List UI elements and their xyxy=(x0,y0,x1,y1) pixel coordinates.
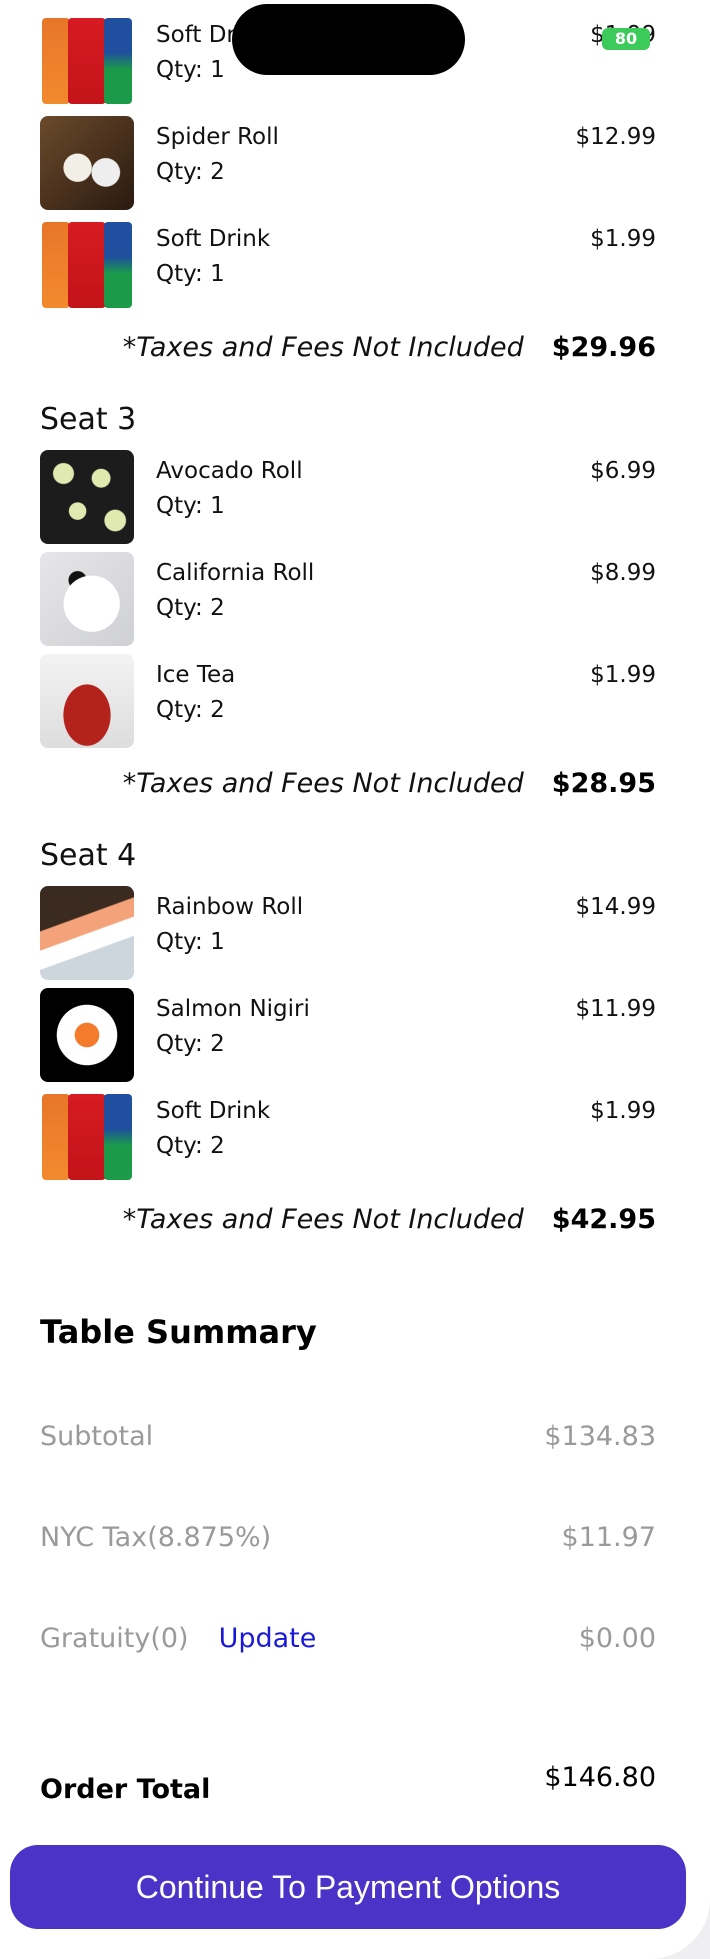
summary-rows: Subtotal $134.83 NYC Tax(8.875%) $11.97 … xyxy=(40,1386,656,1689)
continue-to-payment-button[interactable]: Continue To Payment Options xyxy=(10,1845,686,1929)
item-info: California Roll Qty: 2 xyxy=(156,552,590,646)
item-price: $1.99 xyxy=(590,226,656,252)
item-qty: Qty: 1 xyxy=(156,261,225,287)
seat-section: Seat 4 Rainbow Roll Qty: 1 $14.99 Salmon… xyxy=(40,836,656,1246)
order-item[interactable]: Soft Drink Qty: 1 $1.99 xyxy=(40,218,656,312)
order-item[interactable]: Soft Drink Qty: 2 $1.99 xyxy=(40,1090,656,1184)
item-info: Spider Roll Qty: 2 xyxy=(156,116,576,210)
seat-subtotal: $29.96 xyxy=(551,331,656,363)
item-name: Rainbow Roll xyxy=(156,894,304,920)
item-name: Salmon Nigiri xyxy=(156,996,310,1022)
item-info: Soft Drink Qty: 2 xyxy=(156,1090,590,1184)
seat-list: Soft Drink Qty: 1 $1.99 Spider Roll Qty:… xyxy=(40,14,656,1246)
item-info: Salmon Nigiri Qty: 2 xyxy=(156,988,576,1082)
item-image xyxy=(40,886,134,980)
item-qty: Qty: 2 xyxy=(156,697,225,723)
taxes-note: *Taxes and Fees Not Included xyxy=(122,767,524,799)
order-item[interactable]: Rainbow Roll Qty: 1 $14.99 xyxy=(40,886,656,980)
gratuity-label: Gratuity(0) xyxy=(40,1623,189,1654)
battery-icon: 80 xyxy=(602,28,650,50)
item-image xyxy=(40,450,134,544)
item-price: $11.99 xyxy=(575,996,656,1022)
item-image xyxy=(40,218,134,312)
item-image xyxy=(40,552,134,646)
seat-subtotal-row: *Taxes and Fees Not Included $42.95 xyxy=(40,1192,656,1246)
item-info: Rainbow Roll Qty: 1 xyxy=(156,886,576,980)
summary-gratuity-row: Gratuity(0) Update $0.00 xyxy=(40,1588,656,1689)
item-qty: Qty: 2 xyxy=(156,159,225,185)
item-info: Soft Drink Qty: 1 xyxy=(156,218,590,312)
item-image xyxy=(40,116,134,210)
item-qty: Qty: 1 xyxy=(156,493,225,519)
seat-subtotal-row: *Taxes and Fees Not Included $28.95 xyxy=(40,756,656,810)
item-qty: Qty: 1 xyxy=(156,929,225,955)
order-item[interactable]: Spider Roll Qty: 2 $12.99 xyxy=(40,116,656,210)
item-name: Spider Roll xyxy=(156,124,279,150)
item-name: California Roll xyxy=(156,560,315,586)
seat-subtotal: $28.95 xyxy=(551,767,656,799)
order-item[interactable]: California Roll Qty: 2 $8.99 xyxy=(40,552,656,646)
item-price: $12.99 xyxy=(575,124,656,150)
subtotal-value: $134.83 xyxy=(544,1421,656,1452)
order-card: Soft Drink Qty: 1 $1.99 Spider Roll Qty:… xyxy=(0,0,710,1959)
order-item[interactable]: Avocado Roll Qty: 1 $6.99 xyxy=(40,450,656,544)
tax-label: NYC Tax(8.875%) xyxy=(40,1522,272,1553)
item-name: Ice Tea xyxy=(156,662,236,688)
update-gratuity-link[interactable]: Update xyxy=(219,1623,317,1654)
item-info: Ice Tea Qty: 2 xyxy=(156,654,590,748)
item-price: $6.99 xyxy=(590,458,656,484)
item-qty: Qty: 2 xyxy=(156,1133,225,1159)
item-price: $1.99 xyxy=(590,1098,656,1124)
seat-section: Seat 3 Avocado Roll Qty: 1 $6.99 Califor… xyxy=(40,400,656,810)
item-info: Avocado Roll Qty: 1 xyxy=(156,450,590,544)
order-item[interactable]: Salmon Nigiri Qty: 2 $11.99 xyxy=(40,988,656,1082)
item-name: Soft Drink xyxy=(156,226,271,252)
order-total-label: Order Total xyxy=(40,1773,211,1805)
order-content: Soft Drink Qty: 1 $1.99 Spider Roll Qty:… xyxy=(40,14,656,1829)
summary-subtotal-row: Subtotal $134.83 xyxy=(40,1386,656,1487)
item-price: $8.99 xyxy=(590,560,656,586)
order-total-row: Order Total $146.80 xyxy=(40,1729,656,1829)
item-price: $1.99 xyxy=(590,662,656,688)
item-price: $14.99 xyxy=(575,894,656,920)
seat-heading: Seat 4 xyxy=(40,838,137,873)
camera-notch xyxy=(232,4,465,75)
taxes-note: *Taxes and Fees Not Included xyxy=(122,1203,524,1235)
seat-heading: Seat 3 xyxy=(40,402,137,437)
item-name: Avocado Roll xyxy=(156,458,303,484)
seat-subtotal-row: *Taxes and Fees Not Included $29.96 xyxy=(40,320,656,374)
item-image xyxy=(40,1090,134,1184)
taxes-note: *Taxes and Fees Not Included xyxy=(122,331,524,363)
item-image xyxy=(40,654,134,748)
seat-subtotal: $42.95 xyxy=(551,1203,656,1235)
item-image xyxy=(40,14,134,108)
tax-value: $11.97 xyxy=(561,1522,656,1553)
order-total-value: $146.80 xyxy=(544,1761,656,1793)
table-summary-title: Table Summary xyxy=(40,1313,317,1351)
order-item[interactable]: Ice Tea Qty: 2 $1.99 xyxy=(40,654,656,748)
item-name: Soft Drink xyxy=(156,1098,271,1124)
item-image xyxy=(40,988,134,1082)
subtotal-label: Subtotal xyxy=(40,1421,154,1452)
summary-tax-row: NYC Tax(8.875%) $11.97 xyxy=(40,1487,656,1588)
gratuity-value: $0.00 xyxy=(578,1623,656,1654)
item-qty: Qty: 2 xyxy=(156,1031,225,1057)
item-qty: Qty: 2 xyxy=(156,595,225,621)
